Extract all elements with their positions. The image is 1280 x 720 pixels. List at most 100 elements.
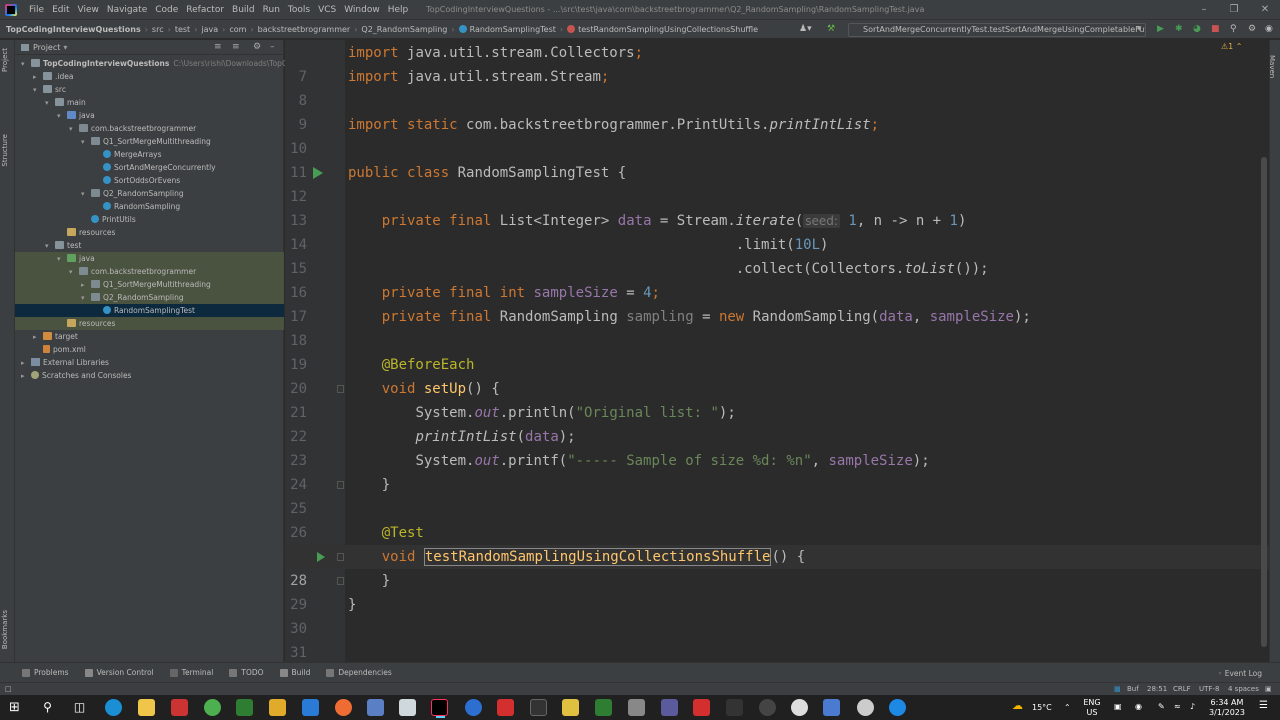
tree-node-sort-and-merge[interactable]: SortAndMergeConcurrently [15, 161, 284, 174]
code-line-27[interactable]: 27 @Test [285, 521, 1269, 565]
code-line-15[interactable]: 15 .limit(10L) [285, 233, 1269, 277]
menu-help[interactable]: Help [384, 5, 413, 15]
volume-icon[interactable]: ♪ [1190, 702, 1195, 712]
maven-tool-button[interactable]: Maven [1268, 55, 1276, 78]
tree-node-random-sampling-test[interactable]: RandomSamplingTest [15, 304, 284, 317]
fold-icon[interactable] [337, 553, 344, 561]
app-icon[interactable] [823, 699, 840, 716]
tree-node-pom[interactable]: pom.xml [15, 343, 284, 356]
tree-node-main-package[interactable]: ▾ com.backstreetbrogrammer [15, 122, 284, 135]
app-icon[interactable] [889, 699, 906, 716]
code-line-22[interactable]: 22 System.out.println("Original list: ")… [285, 401, 1269, 445]
clock[interactable]: 6:34 AM 3/1/2023 [1205, 698, 1249, 718]
menu-run[interactable]: Run [259, 5, 284, 15]
app-icon[interactable] [661, 699, 678, 716]
tree-node-test-q1[interactable]: ▸ Q1_SortMergeMultithreading [15, 278, 284, 291]
code-line-18[interactable]: 18 private final RandomSampling sampling… [285, 305, 1269, 349]
show-hidden-icons[interactable]: ⌃ [1064, 703, 1071, 713]
postman-icon[interactable] [335, 699, 352, 716]
wifi-icon[interactable]: ≈ [1174, 702, 1181, 712]
app-icon[interactable] [693, 699, 710, 716]
breadcrumb-q2-random-sampling[interactable]: Q2_RandomSampling [361, 25, 447, 34]
app-icon[interactable] [857, 699, 874, 716]
tree-node-external-libraries[interactable]: ▸ External Libraries [15, 356, 284, 369]
excel-icon[interactable] [236, 699, 253, 716]
stop-icon[interactable]: ■ [1211, 24, 1220, 34]
search-icon[interactable]: ⚲ [39, 699, 56, 716]
tree-node-test-package[interactable]: ▾ com.backstreetbrogrammer [15, 265, 284, 278]
caret-position[interactable]: 28:51 [1147, 685, 1167, 693]
project-panel-title[interactable]: Project [33, 43, 60, 52]
tree-node-main-java[interactable]: ▾ java [15, 109, 284, 122]
user-icon[interactable]: ♟▾ [799, 24, 812, 34]
app-icon[interactable] [595, 699, 612, 716]
chevron-down-icon[interactable]: ▾ [63, 43, 67, 52]
language-indicator[interactable]: ENG US [1080, 698, 1104, 718]
tree-node-test-java[interactable]: ▾ java [15, 252, 284, 265]
tree-node-scratches[interactable]: ▸ Scratches and Consoles [15, 369, 284, 382]
code-line-13[interactable]: 13 [285, 185, 1269, 229]
breadcrumb-com[interactable]: com [229, 25, 246, 34]
tree-node-print-utils[interactable]: PrintUtils [15, 213, 284, 226]
search-icon[interactable]: ⚲ [1230, 24, 1237, 34]
code-line-31[interactable]: 31 [285, 617, 1269, 661]
file-explorer-icon[interactable] [138, 699, 155, 716]
tree-node-sort-odds-or-evens[interactable]: SortOddsOrEvens [15, 174, 284, 187]
chrome-icon[interactable] [204, 699, 221, 716]
bookmarks-tool-button[interactable]: Bookmarks [1, 610, 9, 649]
collapse-all-icon[interactable]: ≡ [232, 42, 240, 52]
code-line-30[interactable]: 30 } [285, 593, 1269, 637]
code-line-10[interactable]: 10 import static com.backstreetbrogramme… [285, 113, 1269, 157]
windows-start-icon[interactable]: ⊞ [6, 699, 23, 716]
code-line-29[interactable]: 29 } [285, 569, 1269, 613]
tool-tab-build[interactable]: Build [279, 668, 310, 677]
code-line-12[interactable]: 12 public class RandomSamplingTest { [285, 161, 1269, 205]
file-encoding[interactable]: UTF-8 [1199, 685, 1219, 693]
tree-node-main[interactable]: ▾ main [15, 96, 284, 109]
code-line-19[interactable]: 19 [285, 329, 1269, 373]
code-line-28[interactable]: 28 void testRandomSamplingUsingCollectio… [285, 545, 1269, 589]
code-line-20[interactable]: 20 @BeforeEach [285, 353, 1269, 397]
line-separator[interactable]: CRLF [1173, 685, 1191, 693]
tree-node-src[interactable]: ▾ src [15, 83, 284, 96]
menu-vcs[interactable]: VCS [314, 5, 340, 15]
app-icon[interactable] [367, 699, 384, 716]
code-line-7[interactable]: 7 import java.util.stream.Collectors; [285, 41, 1269, 85]
run-icon[interactable]: ▶ [1157, 24, 1164, 34]
tree-node-test-q2[interactable]: ▾ Q2_RandomSampling [15, 291, 284, 304]
indent-setting[interactable]: 4 spaces [1228, 685, 1259, 693]
menu-file[interactable]: File [25, 5, 48, 15]
debug-icon[interactable]: ✱ [1175, 24, 1183, 34]
run-configuration-selector[interactable]: SortAndMergeConcurrentlyTest.testSortAnd… [848, 23, 1146, 37]
breadcrumb-src[interactable]: src [152, 25, 164, 34]
tree-node-target[interactable]: ▸ target [15, 330, 284, 343]
structure-tool-button[interactable]: Structure [1, 134, 9, 167]
code-line-8[interactable]: 8 import java.util.stream.Stream; [285, 65, 1269, 109]
fold-icon[interactable] [337, 577, 344, 585]
project-tool-button[interactable]: Project [1, 48, 9, 72]
tool-tab-problems[interactable]: Problems [22, 668, 69, 677]
tool-tab-dependencies[interactable]: Dependencies [326, 668, 392, 677]
code-line-14[interactable]: 14 private final List<Integer> data = St… [285, 209, 1269, 253]
app-icon[interactable] [530, 699, 547, 716]
notepad-icon[interactable] [399, 699, 416, 716]
zoom-icon[interactable] [465, 699, 482, 716]
tool-tab-terminal[interactable]: Terminal [169, 668, 213, 677]
app-icon[interactable] [562, 699, 579, 716]
gear-icon[interactable]: ⚙ [253, 42, 261, 52]
breadcrumb-java[interactable]: java [201, 25, 218, 34]
app-icon[interactable] [791, 699, 808, 716]
status-message-icon[interactable]: □ [5, 685, 12, 693]
code-line-21[interactable]: 21 void setUp() { [285, 377, 1269, 421]
breadcrumb-backstreetbrogrammer[interactable]: backstreetbrogrammer [258, 25, 351, 34]
code-line-26[interactable]: 26 [285, 497, 1269, 541]
menu-code[interactable]: Code [151, 5, 182, 15]
hide-panel-icon[interactable]: – [270, 42, 275, 52]
code-line-16[interactable]: 16 .collect(Collectors.toList()); [285, 257, 1269, 301]
weather-icon[interactable]: ☁ [1012, 700, 1023, 711]
code-line-25[interactable]: 25 } [285, 473, 1269, 517]
code-line-24[interactable]: 24 System.out.printf("----- Sample of si… [285, 449, 1269, 493]
jetbrains-account-icon[interactable]: ◉ [1265, 24, 1273, 34]
event-log-button[interactable]: ◦ Event Log [1218, 669, 1262, 678]
breadcrumb-test[interactable]: test [175, 25, 190, 34]
